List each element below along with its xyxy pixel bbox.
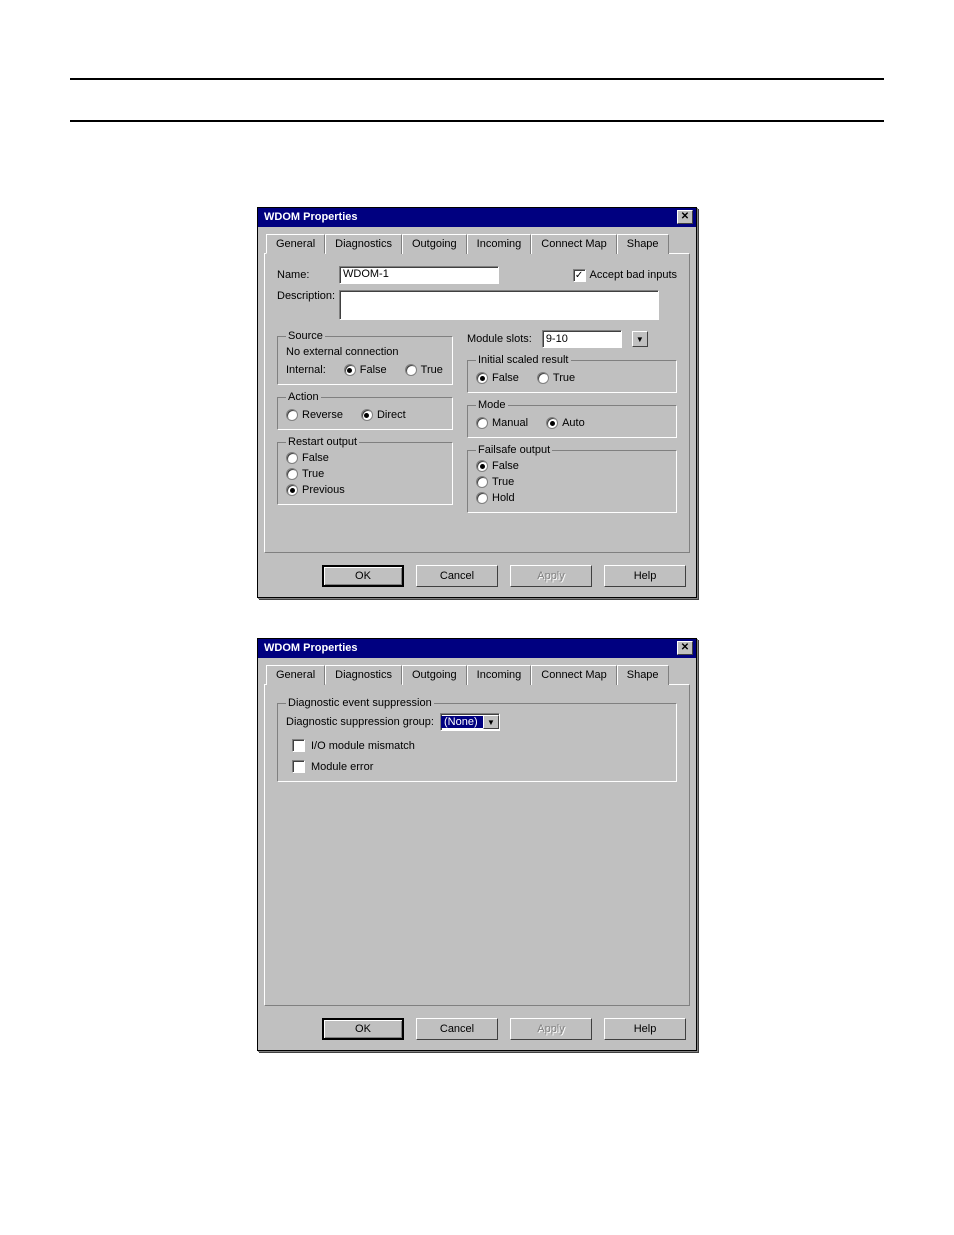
diagnostic-event-suppression-group: Diagnostic event suppression Diagnostic … — [277, 697, 677, 782]
wdom-properties-dialog-diagnostics: WDOM Properties ✕ General Diagnostics Ou… — [257, 638, 697, 1051]
no-external-connection-text: No external connection — [286, 346, 444, 358]
failsafe-hold[interactable]: Hold — [476, 492, 668, 504]
titlebar: WDOM Properties ✕ — [258, 639, 696, 658]
description-field[interactable] — [339, 290, 659, 320]
restart-previous[interactable]: Previous — [286, 484, 444, 496]
failsafe-output-group: Failsafe output False True Hold — [467, 444, 677, 513]
mode-legend: Mode — [476, 399, 508, 411]
restart-true[interactable]: True — [286, 468, 444, 480]
help-button[interactable]: Help — [604, 1018, 686, 1040]
name-label: Name: — [277, 269, 339, 281]
cancel-button[interactable]: Cancel — [416, 1018, 498, 1040]
chevron-down-icon[interactable]: ▼ — [483, 715, 499, 729]
tab-shape[interactable]: Shape — [617, 665, 669, 685]
tab-connect-map[interactable]: Connect Map — [531, 665, 616, 685]
action-direct[interactable]: Direct — [361, 409, 406, 421]
action-reverse[interactable]: Reverse — [286, 409, 343, 421]
wdom-properties-dialog-general: WDOM Properties ✕ General Diagnostics Ou… — [257, 207, 697, 598]
mode-manual[interactable]: Manual — [476, 417, 528, 429]
accept-bad-inputs-label: Accept bad inputs — [590, 269, 677, 281]
source-group: Source No external connection Internal: … — [277, 330, 453, 385]
internal-label: Internal: — [286, 364, 326, 376]
accept-bad-inputs-checkbox[interactable]: ✓ — [573, 269, 586, 282]
close-icon[interactable]: ✕ — [677, 641, 693, 655]
titlebar: WDOM Properties ✕ — [258, 208, 696, 227]
header-rule-2 — [70, 120, 884, 122]
help-button[interactable]: Help — [604, 565, 686, 587]
name-field[interactable]: WDOM-1 — [339, 266, 499, 284]
dialog-title: WDOM Properties — [264, 211, 358, 223]
tab-general[interactable]: General — [266, 665, 325, 685]
close-icon[interactable]: ✕ — [677, 210, 693, 224]
ok-button[interactable]: OK — [322, 565, 404, 587]
cancel-button[interactable]: Cancel — [416, 565, 498, 587]
initial-scaled-result-group: Initial scaled result False True — [467, 354, 677, 393]
module-error-checkbox[interactable] — [292, 760, 305, 773]
restart-legend: Restart output — [286, 436, 359, 448]
diagnostic-suppression-group-select[interactable]: (None) ▼ — [440, 713, 500, 731]
apply-button[interactable]: Apply — [510, 1018, 592, 1040]
restart-output-group: Restart output False True Previous — [277, 436, 453, 505]
tab-connect-map[interactable]: Connect Map — [531, 234, 616, 254]
io-module-mismatch-checkbox[interactable] — [292, 739, 305, 752]
source-internal-true[interactable]: True — [405, 364, 443, 376]
description-label: Description: — [277, 290, 339, 302]
failsafe-true[interactable]: True — [476, 476, 668, 488]
tab-outgoing[interactable]: Outgoing — [402, 665, 467, 685]
io-module-mismatch-label: I/O module mismatch — [311, 740, 415, 752]
tab-diagnostics[interactable]: Diagnostics — [325, 234, 402, 254]
tabstrip: General Diagnostics Outgoing Incoming Co… — [258, 658, 696, 684]
initial-scaled-legend: Initial scaled result — [476, 354, 571, 366]
mode-group: Mode Manual Auto — [467, 399, 677, 438]
initial-scaled-true[interactable]: True — [537, 372, 575, 384]
button-bar: OK Cancel Apply Help — [258, 559, 696, 597]
tab-body-diagnostics: Diagnostic event suppression Diagnostic … — [264, 684, 690, 1006]
module-slots-select[interactable]: 9-10 — [542, 330, 622, 348]
module-error-label: Module error — [311, 761, 373, 773]
tab-shape[interactable]: Shape — [617, 234, 669, 254]
module-slots-label: Module slots: — [467, 333, 532, 345]
tabstrip: General Diagnostics Outgoing Incoming Co… — [258, 227, 696, 253]
mode-auto[interactable]: Auto — [546, 417, 585, 429]
source-legend: Source — [286, 330, 325, 342]
action-legend: Action — [286, 391, 321, 403]
diagnostic-suppression-group-label: Diagnostic suppression group: — [286, 716, 434, 728]
restart-false[interactable]: False — [286, 452, 444, 464]
tab-diagnostics[interactable]: Diagnostics — [325, 665, 402, 685]
tab-general[interactable]: General — [266, 234, 325, 254]
tab-body-general: Name: WDOM-1 ✓ Accept bad inputs Descrip… — [264, 253, 690, 553]
apply-button[interactable]: Apply — [510, 565, 592, 587]
ok-button[interactable]: OK — [322, 1018, 404, 1040]
initial-scaled-false[interactable]: False — [476, 372, 519, 384]
button-bar: OK Cancel Apply Help — [258, 1012, 696, 1050]
tab-incoming[interactable]: Incoming — [467, 665, 532, 685]
source-internal-false[interactable]: False — [344, 364, 387, 376]
action-group: Action Reverse Direct — [277, 391, 453, 430]
header-rule — [70, 78, 884, 80]
chevron-down-icon[interactable]: ▼ — [632, 331, 648, 347]
tab-incoming[interactable]: Incoming — [467, 234, 532, 254]
diagnostics-legend: Diagnostic event suppression — [286, 697, 434, 709]
dialog-title: WDOM Properties — [264, 642, 358, 654]
failsafe-legend: Failsafe output — [476, 444, 552, 456]
tab-outgoing[interactable]: Outgoing — [402, 234, 467, 254]
failsafe-false[interactable]: False — [476, 460, 668, 472]
